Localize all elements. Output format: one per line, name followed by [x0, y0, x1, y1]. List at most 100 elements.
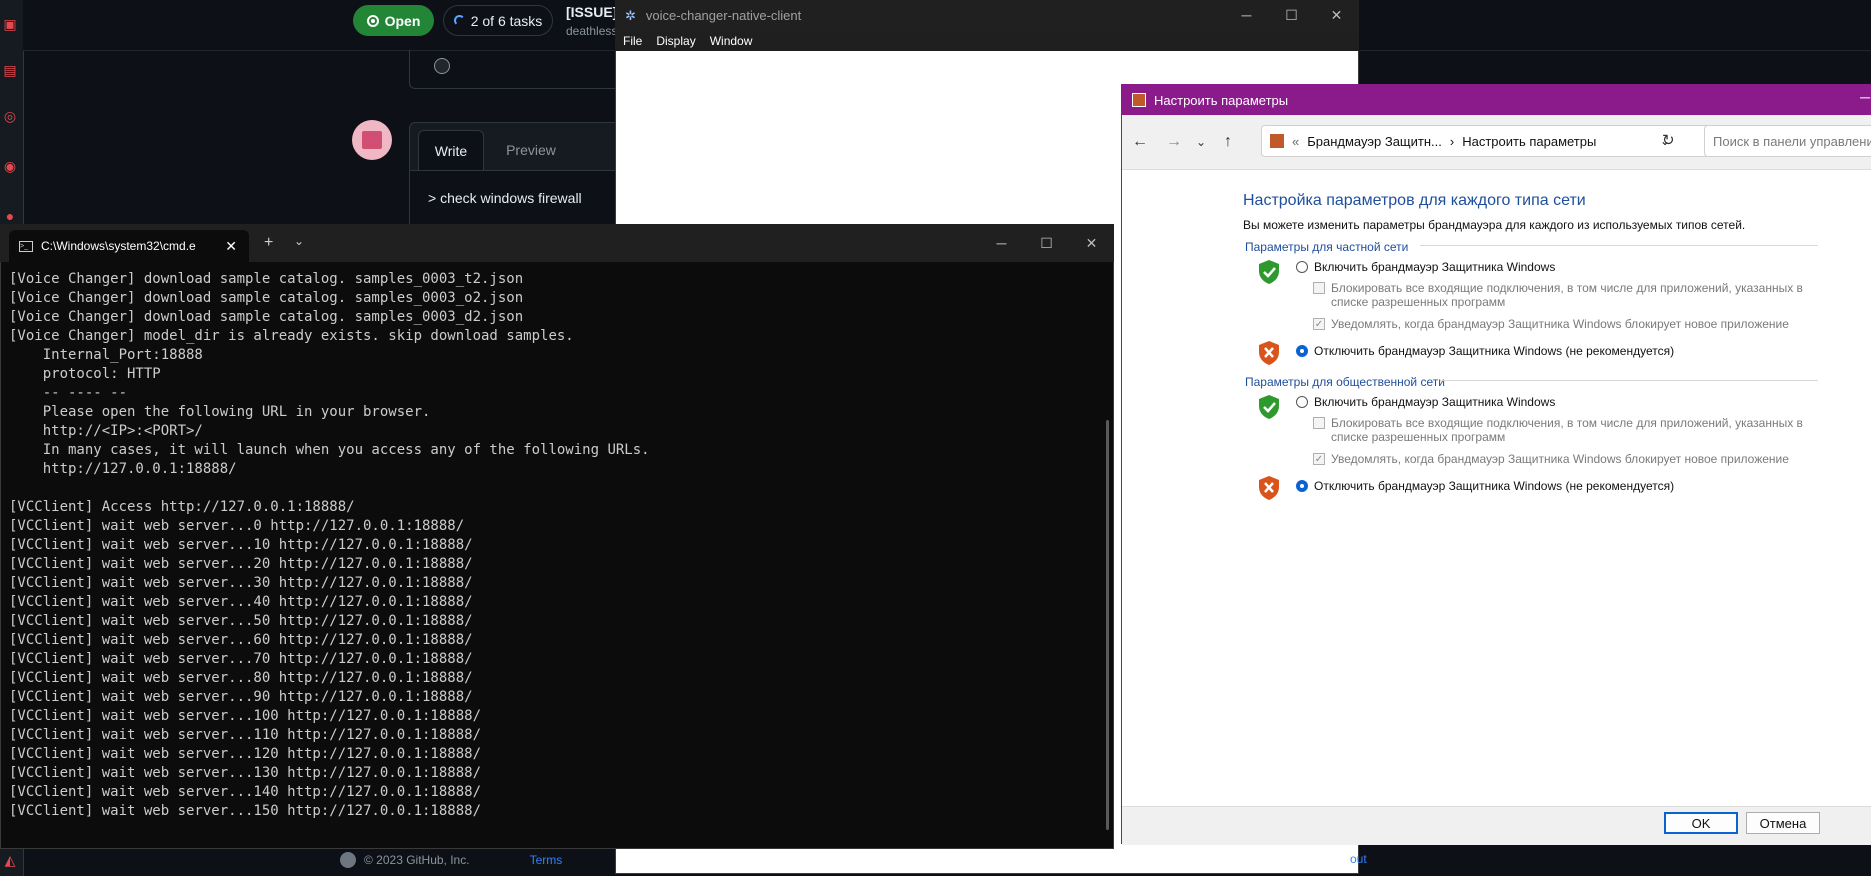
address-bar[interactable]: « Брандмауэр Защитн... › Настроить парам…: [1261, 125, 1711, 157]
shield-ok-icon: [1259, 260, 1279, 284]
back-arrow-icon[interactable]: ←: [1132, 133, 1148, 151]
electron-menubar: File Display Window: [615, 31, 1359, 51]
maximize-icon[interactable]: ☐: [1269, 0, 1314, 31]
tab-preview[interactable]: Preview: [496, 130, 566, 170]
private-block-checkbox[interactable]: [1313, 282, 1325, 294]
menu-file[interactable]: File: [623, 34, 642, 48]
breadcrumb-firewall[interactable]: Брандмауэр Защитн...: [1307, 134, 1442, 149]
firewall-titlebar[interactable]: Настроить параметры ─: [1122, 85, 1871, 115]
up-arrow-icon[interactable]: ↑: [1224, 133, 1232, 151]
public-enable-radio[interactable]: [1296, 396, 1308, 408]
open-status-icon: [366, 14, 379, 27]
terminal-line: [VCClient] wait web server...90 http://1…: [9, 689, 473, 705]
minimize-icon[interactable]: ─: [1860, 89, 1870, 105]
avatar-glyph: [362, 131, 382, 149]
public-enable-option[interactable]: Включить брандмауэр Защитника Windows: [1296, 395, 1555, 409]
terminal-line: [VCClient] wait web server...110 http://…: [9, 727, 482, 743]
issue-title[interactable]: [ISSUE]:: [566, 4, 622, 20]
instagram-icon[interactable]: ◎: [2, 108, 18, 124]
shield-warning-icon: [1259, 341, 1279, 365]
breadcrumb-overflow[interactable]: «: [1292, 134, 1299, 149]
terminal-line: [Voice Changer] download sample catalog.…: [9, 290, 524, 306]
private-disable-option[interactable]: Отключить брандмауэр Защитника Windows (…: [1296, 344, 1674, 358]
private-block-label-1: Блокировать все входящие подключения, в …: [1331, 281, 1803, 295]
private-notify-checkbox[interactable]: ✓: [1313, 318, 1325, 330]
private-enable-radio[interactable]: [1296, 261, 1308, 273]
emoji-reaction-icon[interactable]: [434, 58, 450, 74]
terminal-line: [VCClient] Access http://127.0.0.1:18888…: [9, 499, 355, 515]
github-logo-icon: [340, 852, 356, 868]
cancel-button[interactable]: Отмена: [1746, 812, 1820, 834]
refresh-icon[interactable]: ↻: [1662, 131, 1675, 149]
search-input[interactable]: Поиск в панели управления: [1704, 125, 1871, 157]
private-block-label-2: списке разрешенных программ: [1331, 295, 1506, 309]
app-icon-bottom[interactable]: ◭: [2, 852, 18, 868]
terminal-line: [VCClient] wait web server...80 http://1…: [9, 670, 473, 686]
footer-terms-link[interactable]: Terms: [530, 853, 563, 867]
briefcase-icon[interactable]: ▣: [2, 16, 18, 32]
private-notify-option[interactable]: ✓ Уведомлять, когда брандмауэр Защитника…: [1313, 317, 1789, 331]
shield-warning-icon: [1259, 476, 1279, 500]
tab-dropdown-icon[interactable]: ⌄: [294, 234, 304, 248]
footer-about-link[interactable]: out: [1350, 852, 1367, 866]
cmd-icon: >_: [19, 240, 33, 252]
terminal-output[interactable]: [Voice Changer] download sample catalog.…: [9, 270, 1104, 830]
group-divider: [1440, 380, 1818, 381]
public-notify-checkbox[interactable]: ✓: [1313, 453, 1325, 465]
minimize-icon[interactable]: ─: [1224, 0, 1269, 31]
footer-copyright: © 2023 GitHub, Inc.: [364, 853, 470, 867]
breadcrumb-settings[interactable]: Настроить параметры: [1462, 134, 1596, 149]
tab-write[interactable]: Write: [418, 130, 484, 170]
terminal-tab-title: C:\Windows\system32\cmd.e: [41, 239, 196, 253]
terminal-line: [VCClient] wait web server...100 http://…: [9, 708, 482, 724]
terminal-line: [VCClient] wait web server...10 http://1…: [9, 537, 473, 553]
close-icon[interactable]: ✕: [1314, 0, 1359, 31]
messenger-icon[interactable]: ◉: [2, 158, 18, 174]
private-enable-option[interactable]: Включить брандмауэр Защитника Windows: [1296, 260, 1555, 274]
issue-author[interactable]: deathless: [566, 24, 617, 38]
terminal-line: [VCClient] wait web server...20 http://1…: [9, 556, 473, 572]
terminal-line: [VCClient] wait web server...50 http://1…: [9, 613, 473, 629]
close-icon[interactable]: ✕: [1069, 224, 1114, 262]
tasks-label: 2 of 6 tasks: [470, 12, 543, 29]
history-chevron-icon[interactable]: ⌄: [1196, 135, 1206, 149]
firewall-location-icon: [1270, 134, 1284, 148]
private-disable-radio[interactable]: [1296, 345, 1308, 357]
menu-window[interactable]: Window: [710, 34, 753, 48]
ok-button[interactable]: OK: [1664, 812, 1738, 834]
public-disable-option[interactable]: Отключить брандмауэр Защитника Windows (…: [1296, 479, 1674, 493]
maximize-icon[interactable]: ☐: [1024, 224, 1069, 262]
public-network-heading: Параметры для общественной сети: [1245, 375, 1445, 389]
private-block-option[interactable]: Блокировать все входящие подключения, в …: [1313, 281, 1813, 309]
terminal-line: -- ---- --: [9, 385, 128, 401]
previous-comment-box: [409, 50, 621, 89]
tasks-progress-badge[interactable]: 2 of 6 tasks: [443, 5, 553, 36]
page-description: Вы можете изменить параметры брандмауэра…: [1243, 218, 1746, 232]
terminal-line: [VCClient] wait web server...150 http://…: [9, 803, 482, 819]
terminal-line: [VCClient] wait web server...40 http://1…: [9, 594, 473, 610]
terminal-line: [VCClient] wait web server...130 http://…: [9, 765, 482, 781]
progress-ring-icon: [453, 15, 465, 26]
terminal-line: [Voice Changer] model_dir is already exi…: [9, 328, 574, 344]
private-disable-label: Отключить брандмауэр Защитника Windows (…: [1314, 344, 1675, 358]
firewall-app-icon: [1132, 93, 1146, 107]
public-disable-radio[interactable]: [1296, 480, 1308, 492]
close-tab-icon[interactable]: ✕: [225, 238, 237, 255]
menu-display[interactable]: Display: [656, 34, 695, 48]
terminal-line: [Voice Changer] download sample catalog.…: [9, 271, 524, 287]
terminal-tab[interactable]: >_ C:\Windows\system32\cmd.e ✕: [9, 230, 249, 262]
group-divider: [1420, 245, 1818, 246]
public-block-option[interactable]: Блокировать все входящие подключения, в …: [1313, 416, 1813, 444]
twitch-icon[interactable]: ▤: [2, 62, 18, 78]
terminal-scrollbar[interactable]: [1106, 420, 1109, 830]
new-tab-icon[interactable]: +: [264, 234, 273, 252]
electron-app-icon: ✲: [625, 7, 636, 23]
minimize-icon[interactable]: ─: [979, 224, 1024, 262]
forward-arrow-icon[interactable]: →: [1166, 133, 1182, 151]
terminal-line: [VCClient] wait web server...120 http://…: [9, 746, 482, 762]
electron-titlebar[interactable]: ✲ voice-changer-native-client ─ ☐ ✕: [615, 0, 1359, 31]
app-icon[interactable]: ●: [2, 208, 18, 224]
public-notify-option[interactable]: ✓ Уведомлять, когда брандмауэр Защитника…: [1313, 452, 1789, 466]
public-block-checkbox[interactable]: [1313, 417, 1325, 429]
